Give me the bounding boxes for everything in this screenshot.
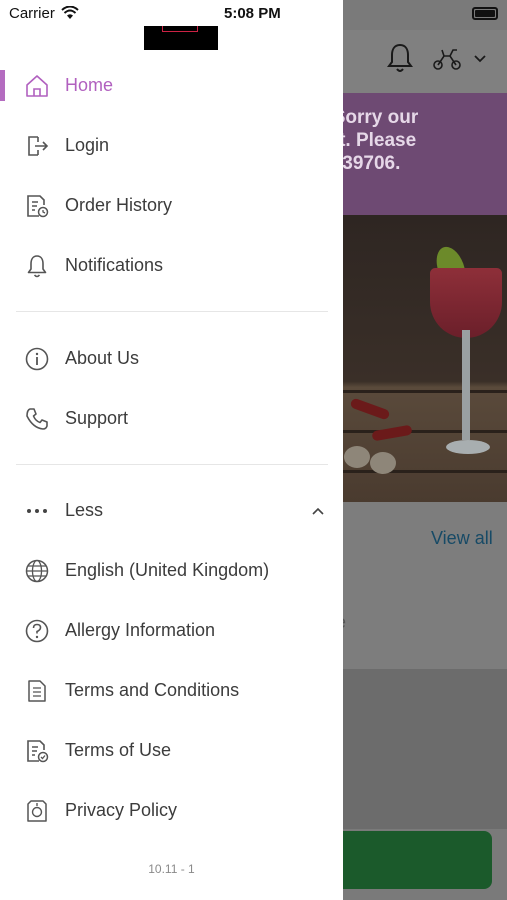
menu-item-login[interactable]: Login: [0, 121, 343, 171]
menu-item-less[interactable]: Less: [0, 486, 343, 536]
home-icon: [26, 75, 48, 97]
bell-icon: [27, 255, 47, 278]
menu-divider: [16, 311, 328, 312]
wifi-icon: [61, 6, 79, 19]
menu-item-label: About Us: [65, 348, 140, 368]
menu-item-language[interactable]: English (United Kingdom): [0, 546, 343, 596]
menu-item-label: Privacy Policy: [65, 800, 178, 820]
menu-item-label: Login: [65, 135, 110, 155]
delivery-scooter-icon[interactable]: [432, 46, 462, 72]
navigation-drawer: Carrier 5:08 PM Home Login Order History…: [0, 0, 343, 900]
document-icon: [28, 680, 46, 702]
question-icon: [25, 619, 49, 643]
phone-icon: [26, 408, 48, 430]
clock: 5:08 PM: [224, 5, 281, 22]
menu-item-notifications[interactable]: Notifications: [0, 241, 343, 291]
globe-icon: [25, 559, 49, 583]
menu-item-label: Allergy Information: [65, 620, 216, 640]
menu-item-terms-of-use[interactable]: Terms of Use: [0, 726, 343, 776]
privacy-icon: [27, 800, 47, 822]
menu-item-order-history[interactable]: Order History: [0, 181, 343, 231]
status-bar: Carrier 5:08 PM: [0, 0, 343, 28]
checkout-button[interactable]: [330, 831, 492, 889]
carrier-label: Carrier: [9, 5, 55, 22]
cocktail-glass: [430, 268, 502, 338]
menu-item-label: English (United Kingdom): [65, 560, 270, 580]
menu-item-label: Support: [65, 408, 129, 428]
login-icon: [28, 136, 49, 156]
menu-item-privacy-policy[interactable]: Privacy Policy: [0, 786, 343, 836]
battery-icon: [472, 7, 498, 20]
header-chevron-down-icon[interactable]: [472, 52, 488, 66]
menu-divider: [16, 464, 328, 465]
view-all-link[interactable]: View all: [431, 528, 493, 549]
document-check-icon: [27, 740, 49, 763]
brand-logo-mark: [162, 26, 198, 32]
menu-item-label: Less: [65, 500, 104, 520]
menu-item-label: Order History: [65, 195, 173, 215]
menu-item-terms-and-conditions[interactable]: Terms and Conditions: [0, 666, 343, 716]
menu-item-label: Home: [65, 75, 114, 95]
menu-item-home[interactable]: Home: [0, 61, 343, 111]
menu-item-support[interactable]: Support: [0, 394, 343, 444]
header-bell-icon[interactable]: [386, 42, 414, 74]
menu-item-label: Terms and Conditions: [65, 680, 240, 700]
menu-item-allergy-information[interactable]: Allergy Information: [0, 606, 343, 656]
menu-item-label: Notifications: [65, 255, 164, 275]
menu-item-about-us[interactable]: About Us: [0, 334, 343, 384]
more-dots-icon: [27, 509, 47, 513]
chevron-up-icon[interactable]: [310, 503, 326, 519]
order-history-icon: [27, 195, 49, 218]
app-version: 10.11 - 1: [148, 862, 195, 876]
menu-item-label: Terms of Use: [65, 740, 172, 760]
info-icon: [25, 347, 49, 371]
